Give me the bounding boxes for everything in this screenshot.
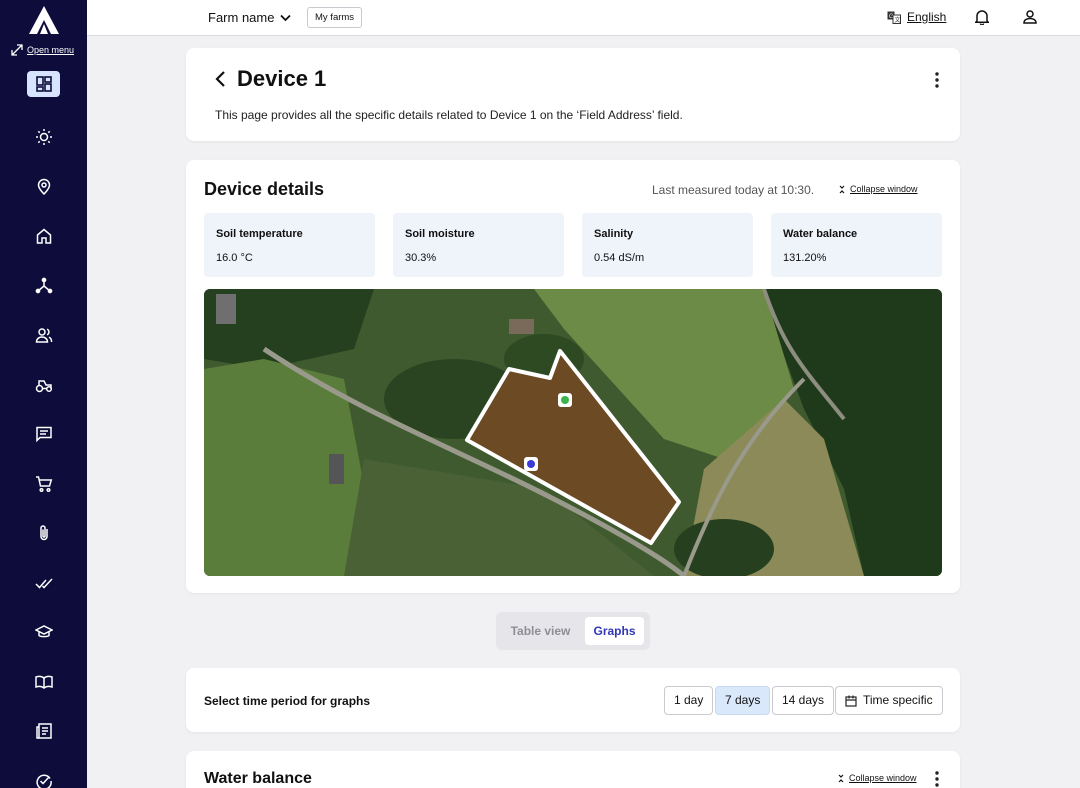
metric-soil-temperature: Soil temperature 16.0 °C bbox=[204, 213, 375, 277]
nav-chat[interactable] bbox=[27, 421, 60, 447]
section-title: Device details bbox=[204, 179, 325, 199]
translate-icon: G文 bbox=[887, 11, 901, 24]
more-options-icon[interactable] bbox=[935, 72, 939, 88]
calendar-icon bbox=[845, 695, 857, 707]
device-marker-green[interactable] bbox=[558, 393, 572, 407]
satellite-map-image bbox=[204, 289, 942, 576]
dashboard-icon bbox=[35, 76, 52, 92]
period-7-days-button[interactable]: 7 days bbox=[715, 686, 771, 715]
device-header-card: Device 1 This page provides all the spec… bbox=[186, 48, 960, 141]
page-title: Device 1 bbox=[237, 66, 327, 91]
nav-tasks[interactable] bbox=[27, 570, 60, 596]
collapse-label: Collapse window bbox=[849, 773, 917, 783]
time-specific-button[interactable]: Time specific bbox=[835, 686, 943, 715]
svg-text:文: 文 bbox=[895, 16, 901, 24]
water-balance-title: Water balance bbox=[204, 770, 312, 787]
metric-soil-moisture: Soil moisture 30.3% bbox=[393, 213, 564, 277]
my-farms-button[interactable]: My farms bbox=[307, 7, 363, 28]
nav-users[interactable] bbox=[27, 322, 60, 348]
nav-add-task[interactable] bbox=[27, 768, 60, 788]
open-menu-label: Open menu bbox=[27, 45, 75, 55]
nav-dashboard[interactable] bbox=[27, 71, 60, 97]
double-check-icon bbox=[34, 578, 53, 589]
device-details-card: Device details Last measured today at 10… bbox=[186, 160, 960, 593]
last-measured-text: Last measured today at 10:30. bbox=[652, 183, 815, 197]
page-description: This page provides all the specific deta… bbox=[215, 108, 683, 122]
collapse-icon bbox=[838, 774, 844, 782]
field-map[interactable] bbox=[204, 289, 942, 576]
period-1-day-button[interactable]: 1 day bbox=[664, 686, 714, 715]
metric-value: 16.0 °C bbox=[216, 252, 253, 264]
farm-name-label: Farm name bbox=[208, 10, 275, 25]
nav-home[interactable] bbox=[27, 223, 60, 249]
metric-label: Water balance bbox=[783, 228, 858, 240]
back-arrow-icon[interactable] bbox=[214, 70, 226, 88]
nav-tractor[interactable] bbox=[27, 372, 60, 398]
metric-label: Salinity bbox=[594, 228, 634, 240]
nav-location[interactable] bbox=[27, 173, 60, 199]
graphs-tab[interactable]: Graphs bbox=[585, 617, 644, 645]
top-bar: Farm name My farms G文 English bbox=[87, 0, 1080, 36]
sidebar: Open menu bbox=[0, 0, 87, 788]
chevron-down-icon bbox=[280, 14, 292, 21]
collapse-window-button[interactable]: Collapse window bbox=[839, 184, 918, 194]
news-icon bbox=[35, 723, 52, 739]
chat-icon bbox=[35, 426, 52, 443]
notification-bell-icon[interactable] bbox=[975, 9, 989, 25]
nav-news[interactable] bbox=[27, 718, 60, 744]
metric-salinity: Salinity 0.54 dS/m bbox=[582, 213, 753, 277]
language-selector[interactable]: G文 English bbox=[887, 10, 946, 24]
time-period-card: Select time period for graphs 1 day 7 da… bbox=[186, 668, 960, 732]
nav-network[interactable] bbox=[27, 272, 60, 298]
graduation-cap-icon bbox=[34, 625, 53, 638]
nav-library[interactable] bbox=[27, 669, 60, 695]
collapse-label: Collapse window bbox=[850, 184, 918, 194]
metric-label: Soil temperature bbox=[216, 228, 303, 240]
nav-cart[interactable] bbox=[27, 471, 60, 497]
metric-value: 30.3% bbox=[405, 252, 437, 264]
language-label: English bbox=[907, 10, 947, 24]
nav-attachments[interactable] bbox=[27, 520, 60, 546]
book-icon bbox=[34, 675, 53, 689]
period-14-days-button[interactable]: 14 days bbox=[772, 686, 835, 715]
nav-learning[interactable] bbox=[27, 619, 60, 645]
tractor-icon bbox=[35, 380, 52, 393]
farm-selector[interactable]: Farm name bbox=[208, 10, 292, 25]
view-toggle: Table view Graphs bbox=[496, 612, 650, 650]
metric-value: 131.20% bbox=[783, 252, 827, 264]
more-options-icon[interactable] bbox=[935, 771, 939, 787]
metric-label: Soil moisture bbox=[405, 228, 475, 240]
metric-water-balance: Water balance 131.20% bbox=[771, 213, 942, 277]
attachment-icon bbox=[39, 525, 48, 541]
users-icon bbox=[35, 328, 52, 343]
table-view-tab[interactable]: Table view bbox=[502, 617, 579, 645]
period-label: Select time period for graphs bbox=[204, 694, 371, 708]
home-icon bbox=[36, 228, 51, 244]
time-specific-label: Time specific bbox=[863, 693, 933, 707]
user-profile-icon[interactable] bbox=[1023, 9, 1037, 25]
network-icon bbox=[35, 277, 52, 294]
water-collapse-window-button[interactable]: Collapse window bbox=[838, 773, 917, 783]
expand-icon bbox=[11, 44, 23, 56]
location-pin-icon bbox=[37, 178, 50, 195]
water-balance-card: Water balance Collapse window bbox=[186, 751, 960, 788]
cart-icon bbox=[35, 476, 52, 493]
metric-value: 0.54 dS/m bbox=[594, 252, 645, 264]
weather-sun-icon bbox=[35, 129, 52, 145]
device-marker-blue[interactable] bbox=[524, 457, 538, 471]
app-logo-icon[interactable] bbox=[29, 6, 59, 34]
add-task-icon bbox=[35, 774, 52, 788]
collapse-icon bbox=[839, 185, 845, 193]
open-menu-link[interactable]: Open menu bbox=[11, 44, 74, 56]
nav-weather[interactable] bbox=[27, 124, 60, 150]
